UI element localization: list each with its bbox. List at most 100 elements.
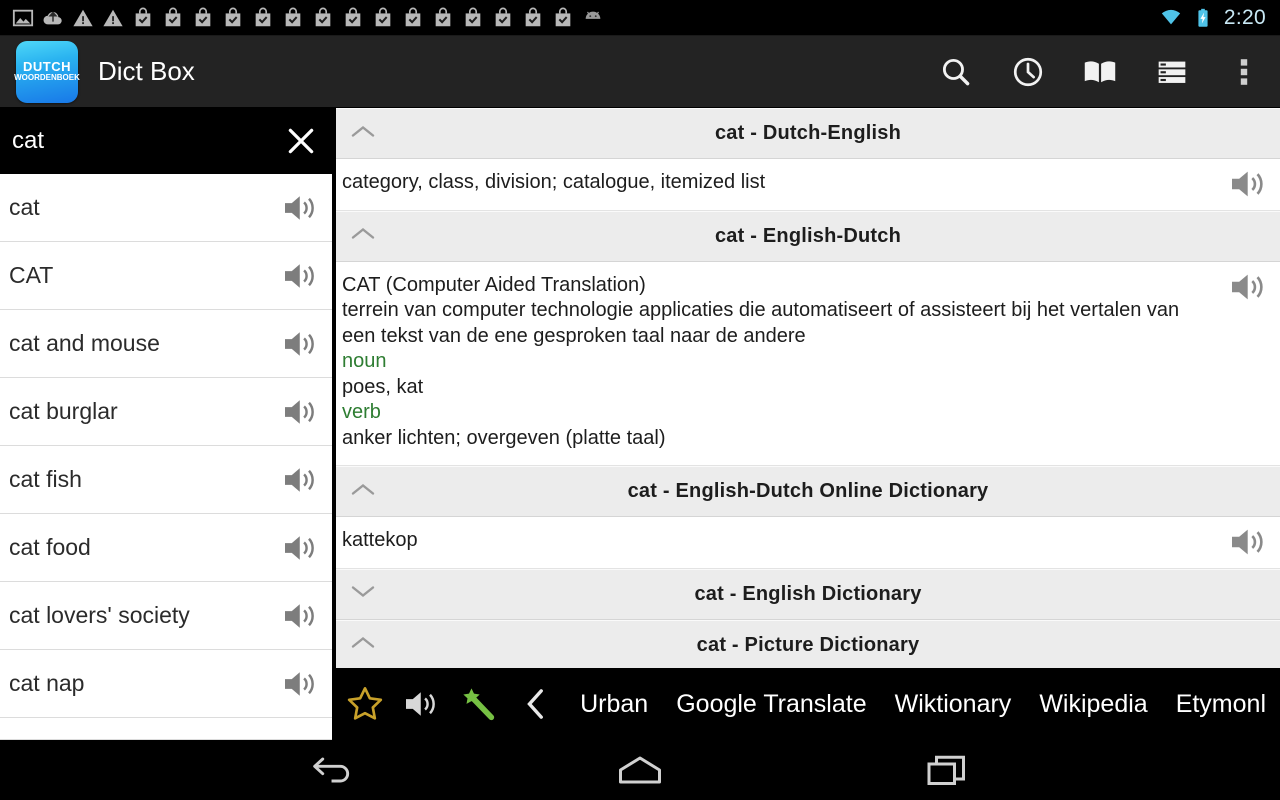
nav-recents-button[interactable] (887, 740, 1007, 800)
section-title: cat - English-Dutch (714, 224, 902, 247)
download-complete-icon (525, 7, 541, 26)
section-header[interactable]: cat - English-Dutch (336, 210, 1280, 262)
definition-pane: cat - Dutch-English category, class, div… (336, 108, 1280, 668)
download-complete-icon (165, 7, 181, 26)
speaker-icon[interactable] (270, 328, 332, 360)
word-list-pane: cat cat CAT cat and mouse cat burglar ca… (0, 108, 332, 740)
link-urban[interactable]: Urban (564, 690, 662, 719)
app-icon-line2: WOORDENBOEK (14, 73, 80, 83)
word-label: cat burglar (9, 398, 118, 424)
tools-button[interactable] (450, 668, 507, 740)
status-clock: 2:20 (1223, 5, 1266, 29)
section-title: cat - English-Dutch Online Dictionary (627, 480, 989, 502)
link-wikipedia[interactable]: Wikipedia (1025, 690, 1161, 719)
speaker-icon[interactable] (1228, 167, 1270, 206)
nav-back-icon (313, 757, 350, 783)
download-complete-icon (255, 7, 271, 26)
link-wiktionary[interactable]: Wiktionary (881, 690, 1026, 719)
list-item[interactable]: cat (0, 174, 332, 242)
word-label: cat nap (9, 670, 85, 696)
speaker-icon[interactable] (1228, 270, 1270, 309)
list-item[interactable]: cat fish (0, 446, 332, 514)
speaker-icon[interactable] (270, 260, 332, 292)
app-screen: 2:20 DUTCH WOORDENBOEK Dict Box cat cat … (0, 0, 1280, 800)
favorite-button[interactable] (336, 668, 393, 740)
action-bar: DUTCH WOORDENBOEK Dict Box (0, 36, 1280, 108)
download-complete-icon (315, 7, 331, 26)
nav-home-button[interactable] (580, 740, 700, 800)
nav-back-button[interactable] (273, 740, 393, 800)
speaker-icon[interactable] (270, 668, 332, 700)
speaker-icon[interactable] (270, 464, 332, 496)
history-icon (1013, 57, 1043, 86)
back-button[interactable] (507, 668, 564, 740)
word-label: cat (9, 194, 40, 220)
list-item[interactable]: cat nap (0, 650, 332, 718)
part-of-speech-label: verb (342, 401, 381, 423)
list-item[interactable]: CAT (0, 242, 332, 310)
app-icon-line1: DUTCH (23, 59, 71, 75)
download-complete-icon (405, 7, 421, 26)
list-item[interactable] (0, 718, 332, 740)
section-header[interactable]: cat - English Dictionary (336, 568, 1280, 620)
speaker-icon[interactable] (270, 396, 332, 428)
download-complete-icon (225, 7, 241, 26)
speaker-icon[interactable] (270, 192, 332, 224)
pronounce-button[interactable] (393, 668, 450, 740)
search-bar: cat (0, 108, 332, 174)
list-item[interactable]: cat lovers' society (0, 582, 332, 650)
download-complete-icon (495, 7, 511, 26)
section-header[interactable]: cat - Picture Dictionary (336, 619, 1280, 668)
download-complete-icon (135, 7, 151, 26)
section-title: cat - Picture Dictionary (696, 633, 920, 656)
section-body: CAT (Computer Aided Translation) terrein… (336, 261, 1280, 466)
list-item[interactable]: cat food (0, 514, 332, 582)
list-item[interactable]: cat and mouse (0, 310, 332, 378)
history-button[interactable] (992, 36, 1064, 108)
overflow-menu-button[interactable] (1208, 36, 1280, 108)
warning-icon (73, 9, 93, 26)
speaker-icon (405, 692, 435, 716)
overflow-menu-icon (1240, 58, 1248, 85)
status-system-icons: 2:20 (1160, 6, 1280, 30)
link-etymonline[interactable]: Etymonl (1162, 690, 1280, 719)
search-button[interactable] (920, 36, 992, 108)
nav-home-icon (618, 756, 661, 784)
status-notification-icons (0, 7, 1160, 29)
section-header[interactable]: cat - Dutch-English (336, 108, 1280, 159)
dictionary-icon (1084, 60, 1116, 82)
definition-line: anker lichten; overgeven (platte taal) (342, 426, 666, 449)
clear-search-button[interactable] (270, 108, 332, 174)
word-label: CAT (9, 262, 54, 288)
back-chevron-icon (526, 689, 543, 719)
dictionary-button[interactable] (1064, 36, 1136, 108)
speaker-icon[interactable] (1228, 525, 1270, 564)
search-input[interactable]: cat (12, 127, 270, 155)
section-title: cat - Dutch-English (714, 122, 902, 144)
speaker-icon[interactable] (270, 600, 332, 632)
word-label: cat fish (9, 466, 82, 492)
download-complete-icon (465, 7, 481, 26)
app-title: Dict Box (98, 56, 195, 86)
download-complete-icon (345, 7, 361, 26)
section-title: cat - English Dictionary (694, 582, 922, 605)
wordlist-button[interactable] (1136, 36, 1208, 108)
section-body: category, class, division; catalogue, it… (336, 159, 1280, 211)
image-icon (12, 9, 34, 26)
download-complete-icon (435, 7, 451, 26)
status-bar: 2:20 (0, 0, 1280, 36)
download-complete-icon (555, 7, 571, 26)
chevron-down-icon (350, 583, 376, 606)
link-google-translate[interactable]: Google Translate (662, 690, 880, 719)
list-item[interactable]: cat burglar (0, 378, 332, 446)
nav-recents-icon (927, 755, 965, 785)
section-header[interactable]: cat - English-Dutch Online Dictionary (336, 466, 1280, 517)
download-complete-icon (375, 7, 391, 26)
favorite-star-icon (347, 687, 382, 720)
cloud-upload-icon (43, 10, 62, 24)
definition-line: kattekop (342, 529, 418, 551)
system-navigation-bar (0, 740, 1280, 800)
part-of-speech-label: noun (342, 350, 387, 372)
word-label: cat lovers' society (9, 602, 190, 628)
speaker-icon[interactable] (270, 532, 332, 564)
